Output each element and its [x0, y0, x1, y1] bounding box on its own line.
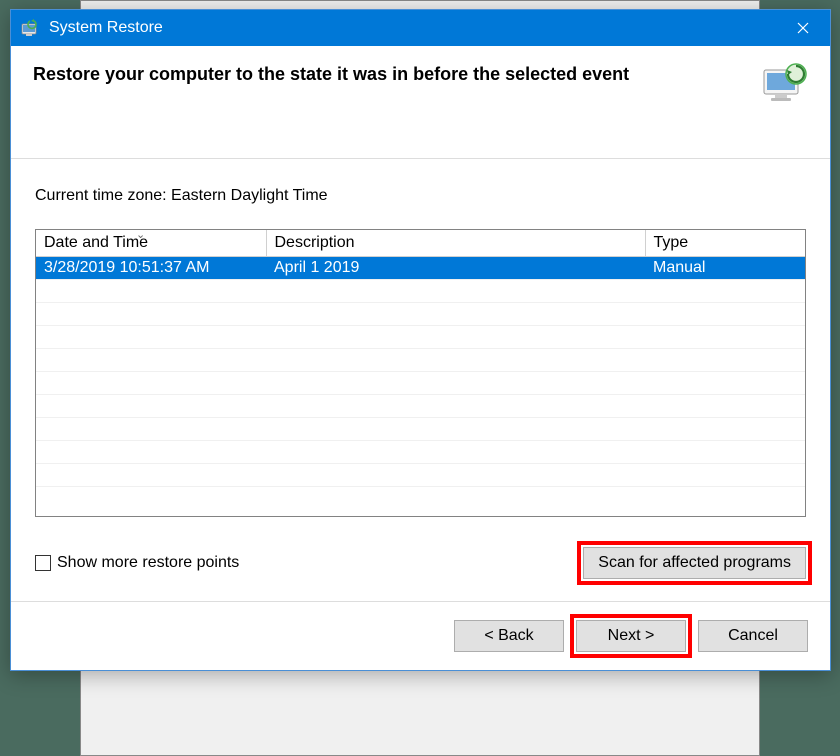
- column-header-description[interactable]: Description: [266, 230, 645, 257]
- back-button[interactable]: < Back: [454, 620, 564, 652]
- show-more-checkbox[interactable]: Show more restore points: [35, 554, 239, 572]
- table-row[interactable]: 3/28/2019 10:51:37 AM April 1 2019 Manua…: [36, 257, 805, 280]
- wizard-footer: < Back Next > Cancel: [11, 601, 830, 670]
- header-area: Restore your computer to the state it wa…: [11, 46, 830, 159]
- below-table-row: Show more restore points Scan for affect…: [35, 547, 806, 579]
- table-row: [36, 441, 805, 464]
- table-row: [36, 280, 805, 303]
- show-more-label: Show more restore points: [57, 554, 239, 572]
- restore-points-table[interactable]: Date and Time ⌄ Description Type 3/28/20…: [35, 229, 806, 517]
- next-button[interactable]: Next >: [576, 620, 686, 652]
- table-row: [36, 349, 805, 372]
- table-row: [36, 395, 805, 418]
- table-row: [36, 372, 805, 395]
- page-heading: Restore your computer to the state it wa…: [33, 60, 760, 85]
- sort-caret-icon: ⌄: [136, 229, 145, 241]
- cell-desc: April 1 2019: [266, 257, 645, 280]
- cancel-button[interactable]: Cancel: [698, 620, 808, 652]
- table-row: [36, 326, 805, 349]
- body-area: Current time zone: Eastern Daylight Time…: [11, 159, 830, 601]
- table-header-row: Date and Time ⌄ Description Type: [36, 230, 805, 257]
- cell-type: Manual: [645, 257, 805, 280]
- timezone-label: Current time zone: Eastern Daylight Time: [35, 187, 806, 205]
- scan-affected-button[interactable]: Scan for affected programs: [583, 547, 806, 579]
- content-area: Restore your computer to the state it wa…: [11, 46, 830, 670]
- cell-date: 3/28/2019 10:51:37 AM: [36, 257, 266, 280]
- column-header-date-label: Date and Time: [44, 234, 148, 251]
- system-restore-window: System Restore Restore your computer to …: [10, 9, 831, 671]
- column-header-type[interactable]: Type: [645, 230, 805, 257]
- table-row: [36, 464, 805, 487]
- close-button[interactable]: [780, 10, 826, 46]
- restore-monitor-icon: [760, 60, 808, 108]
- checkbox-icon: [35, 555, 51, 571]
- table-row: [36, 303, 805, 326]
- system-restore-icon: [19, 17, 41, 39]
- window-title: System Restore: [49, 19, 780, 37]
- titlebar: System Restore: [11, 10, 830, 46]
- close-icon: [797, 22, 809, 34]
- table-row: [36, 418, 805, 441]
- column-header-date[interactable]: Date and Time ⌄: [36, 230, 266, 257]
